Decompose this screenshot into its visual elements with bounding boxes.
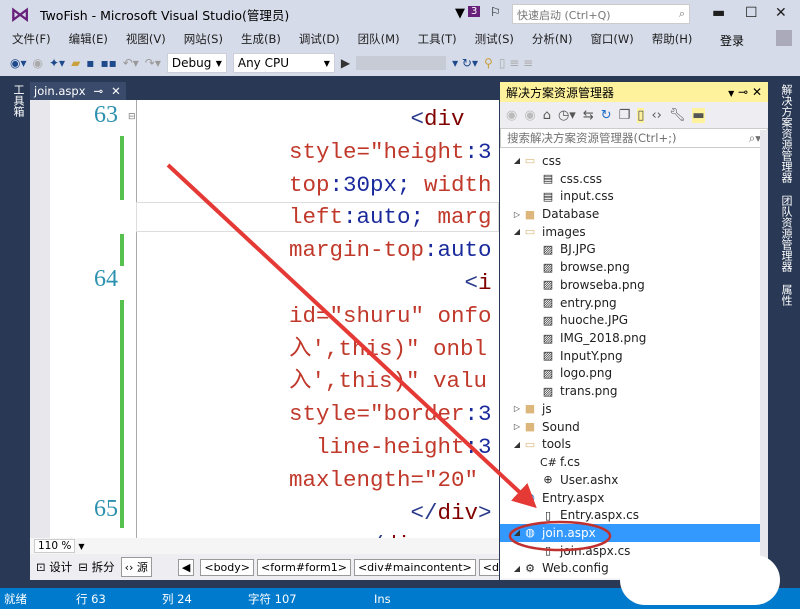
annotation-overlay — [166, 163, 612, 552]
annotation-circle — [508, 520, 612, 552]
annotation-arrow — [166, 163, 537, 509]
